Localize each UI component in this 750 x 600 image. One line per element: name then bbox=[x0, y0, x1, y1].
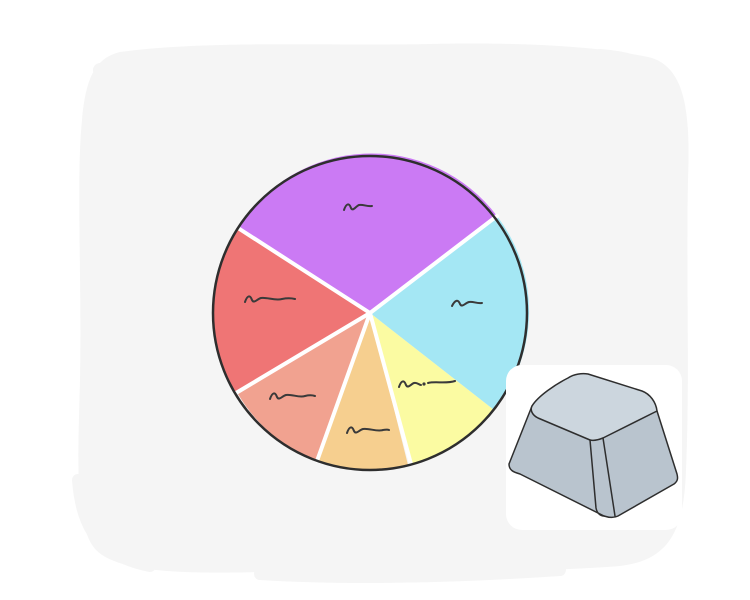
pie-illustration bbox=[211, 153, 530, 472]
background-sketch-bottom bbox=[254, 564, 566, 583]
pie-and-keycap-illustration bbox=[72, 43, 689, 583]
squiggle-yellow-dot bbox=[422, 382, 426, 386]
keycap-illustration bbox=[506, 365, 682, 530]
